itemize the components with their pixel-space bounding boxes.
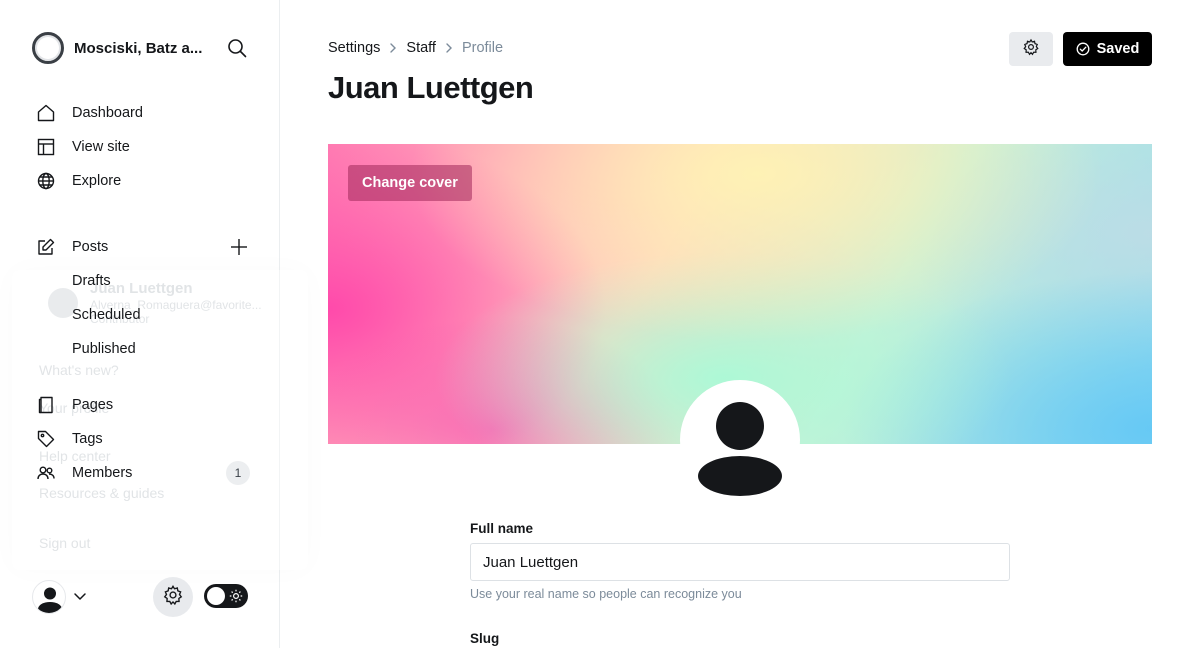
members-icon [36,463,56,483]
nav-subitem-scheduled[interactable]: Scheduled [72,303,141,327]
sun-icon [229,589,243,603]
check-circle-icon [1076,42,1090,56]
nav-subitem-published[interactable]: Published [72,337,136,361]
change-cover-button[interactable]: Change cover [348,165,472,201]
nav-subitem-drafts[interactable]: Drafts [72,269,111,293]
user-menu-dropdown-ghost: Juan Luettgen Alverna_Romaguera@favorite… [12,270,308,570]
ghost-sign-out: Sign out [39,535,91,551]
nav-label-members: Members [72,465,133,481]
ghost-resources: Resources & guides [39,485,165,501]
page-title: Juan Luettgen [328,70,534,105]
home-icon [36,103,56,123]
search-icon[interactable] [226,37,248,59]
saved-label: Saved [1096,41,1140,57]
nav-label-explore: Explore [72,173,122,189]
nav-label-view-site: View site [72,139,130,155]
nav-label-posts: Posts [72,239,109,255]
nav-item-posts[interactable]: Posts [36,235,108,259]
full-name-label: Full name [470,521,534,536]
edit-icon [36,237,56,257]
nav-item-view-site[interactable]: View site [36,135,130,159]
breadcrumb-staff[interactable]: Staff [406,40,436,56]
site-name: Mosciski, Batz a... [74,39,203,57]
full-name-hint: Use your real name so people can recogni… [470,587,742,601]
members-count-badge: 1 [226,461,250,485]
toggle-knob [207,587,225,605]
nav-label-tags: Tags [72,431,103,447]
dark-mode-toggle[interactable] [204,584,248,608]
gear-icon [1022,38,1040,61]
chevron-right-icon [386,41,400,55]
nav-item-pages[interactable]: Pages [36,393,113,417]
settings-gear-button[interactable] [153,577,193,617]
saved-button[interactable]: Saved [1063,32,1152,66]
full-name-input[interactable] [470,543,1010,581]
nav-item-explore[interactable]: Explore [36,169,121,193]
breadcrumb-settings[interactable]: Settings [328,40,380,56]
nav-item-dashboard[interactable]: Dashboard [36,101,143,125]
main-content: Settings Staff Profile Juan Luettgen Sav… [280,0,1200,648]
sidebar-footer [32,577,252,618]
breadcrumb: Settings Staff Profile [328,40,503,56]
profile-settings-button[interactable] [1009,32,1053,66]
nav-item-members[interactable]: Members [36,461,132,485]
layout-icon [36,137,56,157]
sidebar: Juan Luettgen Alverna_Romaguera@favorite… [0,0,308,648]
slug-label: Slug [470,631,500,646]
site-brand[interactable]: Mosciski, Batz a... [32,32,214,64]
nav-label-dashboard: Dashboard [72,105,143,121]
new-post-plus-icon[interactable] [228,236,250,258]
page-icon [36,395,56,415]
chevron-down-icon[interactable] [72,588,88,604]
ghost-whats-new: What's new? [39,362,119,378]
chevron-right-icon [442,41,456,55]
globe-icon [36,171,56,191]
breadcrumb-profile: Profile [461,40,504,56]
user-avatar[interactable] [32,580,66,614]
nav-label-pages: Pages [72,397,114,413]
gear-icon [162,584,184,611]
site-logo-icon [32,32,64,64]
tag-icon [36,429,56,449]
profile-avatar[interactable] [680,380,800,500]
nav-item-tags[interactable]: Tags [36,427,103,451]
